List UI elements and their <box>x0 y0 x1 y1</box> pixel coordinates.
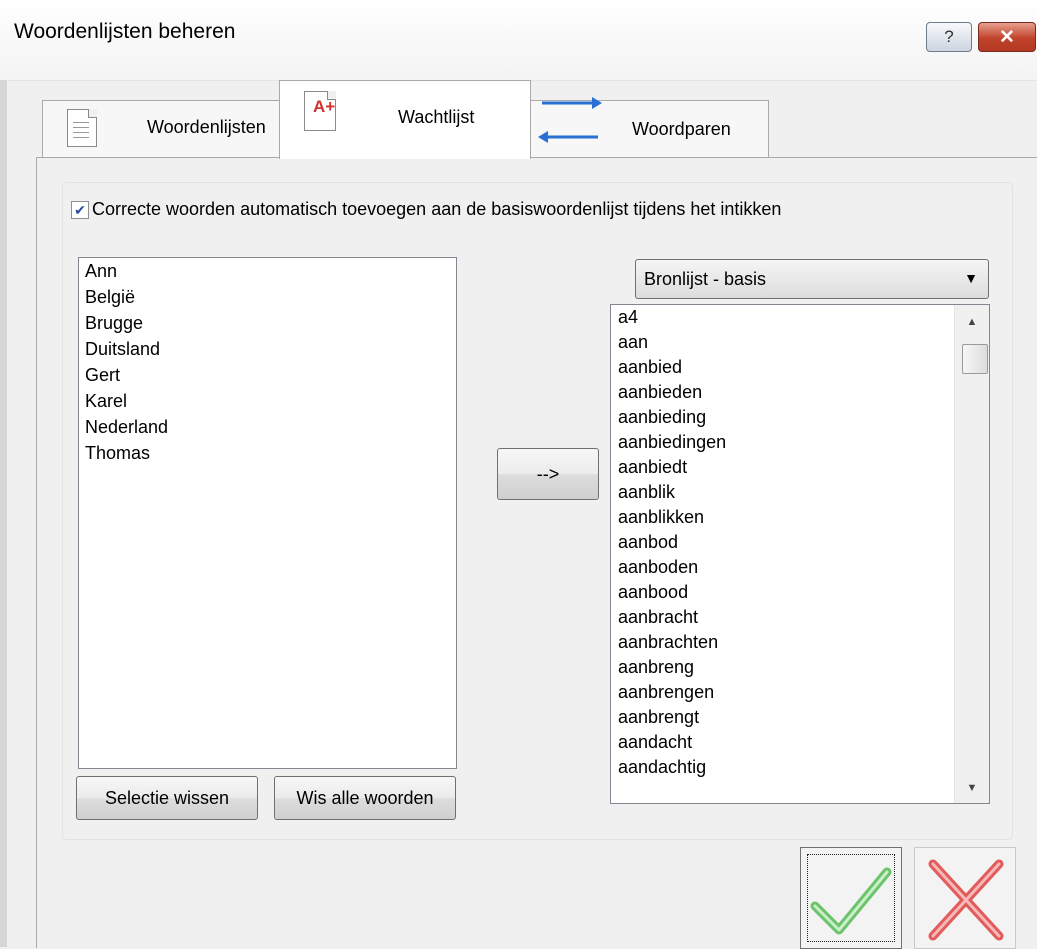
list-item[interactable]: aanbieden <box>611 380 955 405</box>
scroll-thumb[interactable] <box>962 344 988 374</box>
list-item[interactable]: Nederland <box>79 414 456 440</box>
list-item[interactable]: Karel <box>79 388 456 414</box>
tab-label: Woordenlijsten <box>147 117 266 137</box>
list-item[interactable]: Thomas <box>79 440 456 466</box>
document-icon <box>67 109 97 147</box>
checkmark-icon: ✔ <box>74 202 86 218</box>
tab-wachtlijst[interactable]: A+ Wachtlijst <box>279 80 531 159</box>
dropdown-arrow-icon: ▼ <box>964 270 978 286</box>
close-window-button[interactable]: ✕ <box>978 22 1036 52</box>
auto-add-label: Correcte woorden automatisch toevoegen a… <box>92 199 782 219</box>
auto-add-checkbox[interactable]: ✔ <box>71 201 89 219</box>
list-item[interactable]: aanblik <box>611 480 955 505</box>
list-item[interactable]: aanbrengt <box>611 705 955 730</box>
list-item[interactable]: aanbracht <box>611 605 955 630</box>
list-item[interactable]: aanbiedingen <box>611 430 955 455</box>
checkmark-icon <box>810 867 892 935</box>
help-icon: ? <box>944 27 954 46</box>
source-list-select[interactable]: Bronlijst - basis ▼ <box>635 259 989 299</box>
list-item[interactable]: aanblikken <box>611 505 955 530</box>
ok-button[interactable] <box>800 847 902 949</box>
source-word-list[interactable]: a4 aan aanbied aanbieden aanbieding aanb… <box>610 304 990 804</box>
list-item[interactable]: aanbood <box>611 580 955 605</box>
list-item[interactable]: a4 <box>611 305 955 330</box>
cancel-x-icon <box>928 859 1004 941</box>
window-title: Woordenlijsten beheren <box>14 20 236 43</box>
swap-arrows-icon <box>538 97 602 143</box>
clear-all-words-button[interactable]: Wis alle woorden <box>274 776 456 820</box>
wait-list[interactable]: Ann België Brugge Duitsland Gert Karel N… <box>78 257 457 769</box>
tab-label: Wachtlijst <box>398 107 475 127</box>
scroll-down-icon[interactable]: ▼ <box>955 777 989 799</box>
list-item[interactable]: België <box>79 284 456 310</box>
list-item[interactable]: aanbreng <box>611 655 955 680</box>
tab-label: Woordparen <box>632 119 731 139</box>
cancel-button[interactable] <box>914 847 1016 949</box>
list-item[interactable]: aanbieding <box>611 405 955 430</box>
list-item[interactable]: aanbod <box>611 530 955 555</box>
source-list-value: Bronlijst - basis <box>644 269 767 289</box>
list-item[interactable]: aanbrachten <box>611 630 955 655</box>
close-icon: ✕ <box>999 26 1015 48</box>
list-item[interactable]: Gert <box>79 362 456 388</box>
title-bar: Woordenlijsten beheren ? ✕ <box>0 0 1037 81</box>
a-plus-document-icon: A+ <box>304 91 336 131</box>
list-item[interactable]: aanbiedt <box>611 455 955 480</box>
window-frame <box>0 80 7 947</box>
vertical-scrollbar[interactable]: ▲ ▼ <box>954 305 989 803</box>
list-item[interactable]: aan <box>611 330 955 355</box>
clear-selection-button[interactable]: Selectie wissen <box>76 776 258 820</box>
tab-woordenlijsten[interactable]: Woordenlijsten <box>42 100 284 157</box>
help-button[interactable]: ? <box>926 22 972 52</box>
list-item[interactable]: Brugge <box>79 310 456 336</box>
list-item[interactable]: aanbrengen <box>611 680 955 705</box>
list-item[interactable]: Ann <box>79 258 456 284</box>
tab-woordparen[interactable]: Woordparen <box>527 97 769 157</box>
list-item[interactable]: aandacht <box>611 730 955 755</box>
list-item[interactable]: aanboden <box>611 555 955 580</box>
scroll-up-icon[interactable]: ▲ <box>955 311 989 333</box>
move-to-source-button[interactable]: --> <box>497 448 599 500</box>
list-item[interactable]: Duitsland <box>79 336 456 362</box>
list-item[interactable]: aandachtig <box>611 755 955 780</box>
list-item[interactable]: aanbied <box>611 355 955 380</box>
